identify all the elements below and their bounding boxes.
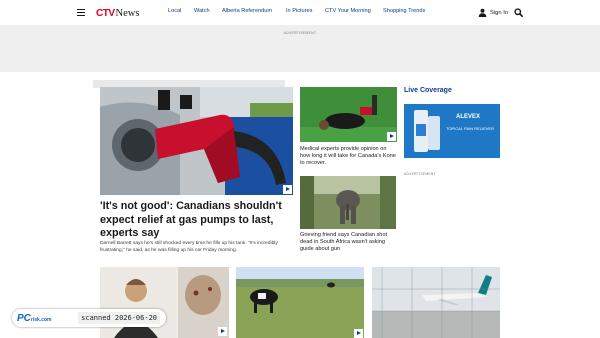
ad-tagline: TOPICAL PAIN RELIEVER	[446, 126, 494, 131]
ad-label: ADVERTISEMENT	[283, 31, 317, 35]
sidebar-ad[interactable]: ALEVEX TOPICAL PAIN RELIEVER	[404, 104, 500, 158]
pcrisk-watermark: PCrisk.com scanned 2026-06-20	[12, 309, 166, 327]
nav-watch[interactable]: Watch	[194, 8, 210, 14]
hero-image[interactable]	[100, 87, 293, 195]
soccer-player-photo	[300, 87, 397, 142]
video-play-icon[interactable]	[218, 327, 227, 336]
site-header: CTV News Local Watch Alberta Referendum …	[0, 0, 600, 25]
pcrisk-logo: PCrisk.com	[17, 312, 52, 324]
elephant-photo	[300, 176, 396, 229]
bottom-story-1-image[interactable]	[100, 267, 229, 338]
sidebar-ad-label: ADVERTISEMENT	[404, 172, 436, 176]
hero-summary: Darnell Barrett says he's still shocked …	[100, 241, 278, 253]
scanned-date: scanned 2026-06-20	[78, 312, 160, 324]
user-icon	[478, 8, 487, 17]
bottom-story-3-image[interactable]	[372, 267, 500, 338]
nav-alberta-referendum[interactable]: Alberta Referendum	[222, 8, 272, 14]
story-1-headline[interactable]: Medical experts provide opinion on how l…	[300, 146, 398, 168]
search-icon[interactable]	[514, 8, 523, 17]
ad-brand: ALEVEX	[456, 114, 480, 120]
nav-ctv-your-morning[interactable]: CTV Your Morning	[325, 8, 371, 14]
sign-in-label: Sign In	[490, 9, 509, 16]
airplane-photo	[372, 267, 500, 338]
child-portrait-photo	[100, 267, 229, 338]
main-nav: Local Watch Alberta Referendum In Pictur…	[0, 8, 600, 18]
bottom-story-2-image[interactable]	[236, 267, 364, 338]
hero-headline[interactable]: 'It's not good': Canadians shouldn't exp…	[100, 200, 292, 241]
nav-local[interactable]: Local	[168, 8, 181, 14]
story-2-image[interactable]	[300, 176, 396, 229]
nav-shopping-trends[interactable]: Shopping Trends	[383, 8, 425, 14]
cattle-field-photo	[236, 267, 364, 338]
alevex-ad-graphic: ALEVEX TOPICAL PAIN RELIEVER	[404, 104, 500, 158]
gas-pump-illustration	[100, 87, 293, 195]
video-play-icon[interactable]	[283, 185, 292, 194]
story-2-headline[interactable]: Grieving friend says Canadian shot dead …	[300, 232, 398, 254]
video-play-icon[interactable]	[354, 329, 363, 338]
video-play-icon[interactable]	[387, 132, 396, 141]
live-coverage-heading[interactable]: Live Coverage	[404, 87, 452, 94]
story-1-image[interactable]	[300, 87, 397, 142]
nav-in-pictures[interactable]: In Pictures	[286, 8, 312, 14]
sign-in-button[interactable]: Sign In	[478, 8, 508, 17]
